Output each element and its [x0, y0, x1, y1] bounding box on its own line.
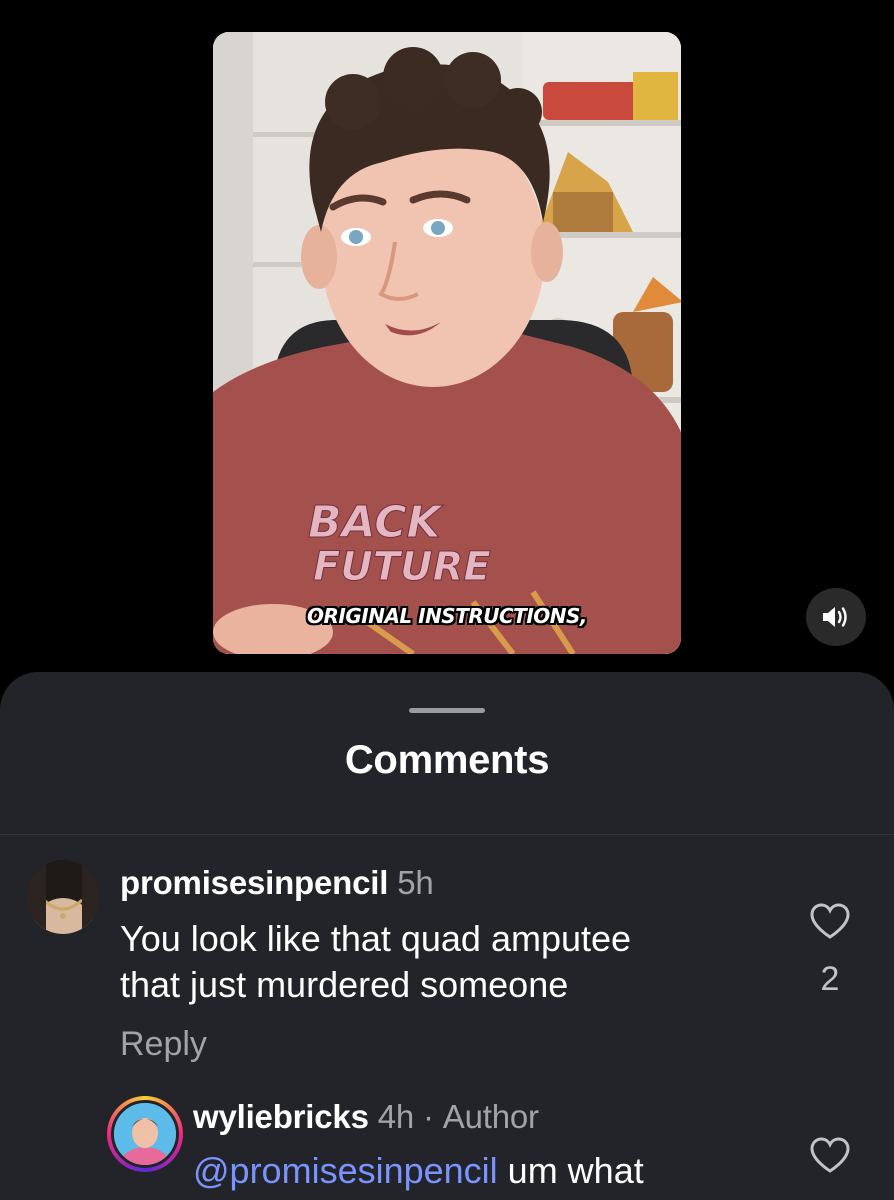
sound-toggle-button[interactable]: [806, 588, 866, 646]
heart-icon: [810, 903, 850, 939]
sheet-title: Comments: [344, 738, 550, 782]
heart-icon: [810, 1137, 850, 1173]
svg-text:FUTURE: FUTURE: [313, 544, 491, 590]
video-caption: ORIGINAL INSTRUCTIONS,: [307, 604, 588, 628]
like-count: 2: [820, 960, 840, 998]
video-player[interactable]: BACK FUTURE ORIGINAL INSTRUCTIONS,: [213, 32, 681, 654]
comment-timestamp: 5h: [397, 864, 434, 901]
video-frame: BACK FUTURE: [213, 32, 681, 654]
avatar-image: [26, 860, 100, 934]
comment-timestamp: 4h: [377, 1098, 415, 1135]
comment-text: @promisesinpencil um what: [193, 1148, 644, 1194]
comment-text-line: You look like that quad amputee: [120, 918, 632, 959]
avatar[interactable]: [26, 860, 100, 934]
username-text[interactable]: wyliebricks: [193, 1098, 369, 1135]
sheet-drag-handle[interactable]: [409, 708, 485, 713]
comment-username[interactable]: wyliebricks 4h · Author: [193, 1098, 539, 1136]
reply-button[interactable]: Reply: [120, 1025, 207, 1064]
like-button[interactable]: [809, 1136, 851, 1179]
like-button[interactable]: [809, 902, 851, 945]
comment-text-body: um what: [497, 1150, 644, 1191]
speaker-volume-icon: [823, 607, 847, 627]
divider: [0, 834, 894, 835]
svg-text:BACK: BACK: [308, 497, 444, 548]
author-avatar[interactable]: [107, 1096, 183, 1172]
username-text[interactable]: promisesinpencil: [120, 864, 388, 901]
meta-separator: ·: [423, 1098, 434, 1135]
author-badge: Author: [442, 1098, 539, 1135]
mention-link[interactable]: @promisesinpencil: [193, 1150, 498, 1191]
comment-text-line: that just murdered someone: [120, 964, 569, 1005]
avatar-image: [111, 1100, 179, 1168]
comment-text: You look like that quad amputee that jus…: [120, 916, 631, 1008]
comment-username[interactable]: promisesinpencil 5h: [120, 864, 434, 902]
